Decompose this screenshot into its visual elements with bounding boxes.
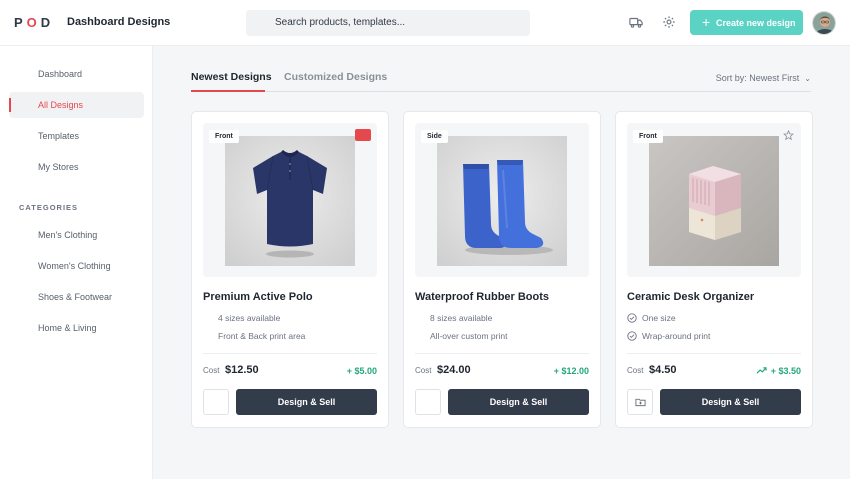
product-image[interactable]: [437, 136, 567, 266]
sort-dropdown[interactable]: Sort by: Newest First ⌄: [716, 73, 811, 83]
status-badge: [355, 129, 371, 141]
sidebar-item-dashboard[interactable]: Dashboard: [9, 61, 144, 87]
tab-newest-designs[interactable]: Newest Designs: [191, 71, 272, 83]
cost-label: Cost: [627, 366, 644, 375]
plus-icon: +: [702, 14, 711, 30]
product-title: Premium Active Polo: [203, 291, 313, 303]
product-image[interactable]: [649, 136, 779, 266]
sidebar-item-shoes-footwear[interactable]: Shoes & Footwear: [9, 284, 144, 310]
check-circle-icon: [627, 331, 637, 341]
sidebar-item-my-stores[interactable]: My Stores: [9, 154, 144, 180]
sidebar-item-home-living[interactable]: Home & Living: [9, 315, 144, 341]
divider: [627, 353, 801, 354]
divider: [415, 353, 589, 354]
product-card: Front Ceramic Desk Organizer One size Wr…: [615, 111, 813, 428]
add-to-folder-button[interactable]: [627, 389, 653, 415]
profit-value: + $3.50: [770, 366, 801, 376]
active-tab-indicator: [191, 90, 265, 92]
view-tag: Front: [633, 130, 663, 143]
feature-text: Wrap-around print: [642, 331, 711, 341]
design-and-sell-button[interactable]: Design & Sell: [448, 389, 589, 415]
truck-icon[interactable]: [629, 15, 643, 29]
sidebar-item-all-designs[interactable]: All Designs: [9, 92, 144, 118]
secondary-action-button[interactable]: [203, 389, 229, 415]
check-circle-icon: [627, 313, 637, 323]
feature-text: 8 sizes available: [430, 313, 493, 323]
feature-text: One size: [642, 313, 676, 323]
search-input[interactable]: Search products, templates...: [246, 10, 530, 36]
product-title: Waterproof Rubber Boots: [415, 291, 550, 303]
sidebar-item-templates[interactable]: Templates: [9, 123, 144, 149]
product-card: Side Waterproof Rubber Boots 8 sizes ava…: [403, 111, 601, 428]
create-new-design-label: Create new design: [716, 18, 796, 28]
categories-heading: CATEGORIES: [19, 203, 79, 212]
design-tabs: Newest Designs Customized Designs Sort b…: [191, 70, 811, 92]
avatar[interactable]: [812, 11, 836, 35]
folder-add-icon: [635, 398, 646, 407]
top-bar: POD Dashboard Designs Search products, t…: [0, 0, 850, 46]
star-icon[interactable]: [783, 130, 794, 141]
trending-up-icon: [756, 367, 767, 374]
page-title: Dashboard Designs: [67, 16, 171, 28]
product-image-frame: Front: [627, 123, 801, 277]
product-title: Ceramic Desk Organizer: [627, 291, 755, 303]
gear-icon[interactable]: [662, 15, 676, 29]
sidebar: Dashboard All Designs Templates My Store…: [0, 46, 153, 479]
feature-text: Front & Back print area: [218, 331, 306, 341]
product-image-frame: Side: [415, 123, 589, 277]
profit-value: + $12.00: [553, 366, 589, 376]
view-tag: Front: [209, 130, 239, 143]
secondary-action-button[interactable]: [415, 389, 441, 415]
product-card: Front Premium Active Polo 4 sizes availa…: [191, 111, 389, 428]
sidebar-item-womens-clothing[interactable]: Women's Clothing: [9, 253, 144, 279]
product-image-frame: Front: [203, 123, 377, 277]
product-image[interactable]: [225, 136, 355, 266]
feature-text: 4 sizes available: [218, 313, 281, 323]
design-and-sell-button[interactable]: Design & Sell: [660, 389, 801, 415]
cost-value: $24.00: [437, 364, 471, 376]
logo[interactable]: POD: [14, 15, 54, 30]
cost-label: Cost: [203, 366, 220, 375]
sidebar-item-mens-clothing[interactable]: Men's Clothing: [9, 222, 144, 248]
divider: [203, 353, 377, 354]
tab-customized-designs[interactable]: Customized Designs: [284, 71, 387, 83]
chevron-down-icon: ⌄: [804, 74, 811, 83]
profit-value: + $5.00: [346, 366, 377, 376]
cost-value: $12.50: [225, 364, 259, 376]
cost-label: Cost: [415, 366, 432, 375]
feature-text: All-over custom print: [430, 331, 508, 341]
search-placeholder: Search products, templates...: [275, 17, 406, 28]
cost-value: $4.50: [649, 364, 677, 376]
create-new-design-button[interactable]: + Create new design: [690, 10, 803, 35]
view-tag: Side: [421, 130, 448, 143]
design-and-sell-button[interactable]: Design & Sell: [236, 389, 377, 415]
